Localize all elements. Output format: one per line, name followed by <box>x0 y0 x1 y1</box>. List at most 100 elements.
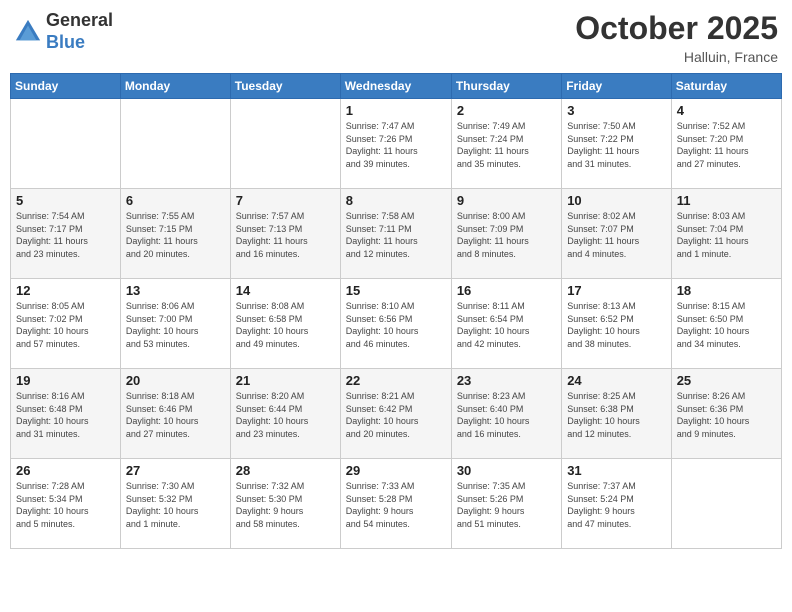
calendar-cell: 7 Sunrise: 7:57 AM Sunset: 7:13 PM Daylig… <box>230 189 340 279</box>
day-number: 20 <box>126 373 225 388</box>
day-number: 1 <box>346 103 446 118</box>
calendar-cell: 12Sunrise: 8:05 AM Sunset: 7:02 PM Dayli… <box>11 279 121 369</box>
day-info: Sunrise: 7:28 AM Sunset: 5:34 PM Dayligh… <box>16 480 115 530</box>
calendar-cell: 25Sunrise: 8:26 AM Sunset: 6:36 PM Dayli… <box>671 369 781 459</box>
calendar-cell: 16 Sunrise: 8:11 AM Sunset: 6:54 PM Dayli… <box>451 279 561 369</box>
weekday-header-thursday: Thursday <box>451 74 561 99</box>
day-number: 9 <box>457 193 556 208</box>
logo: General Blue <box>14 10 113 53</box>
day-info: Sunrise: 7:58 AM Sunset: 7:11 PM Dayligh… <box>346 210 446 260</box>
day-number: 29 <box>346 463 446 478</box>
calendar-cell: 22 Sunrise: 8:21 AM Sunset: 6:42 PM Dayli… <box>340 369 451 459</box>
weekday-header-wednesday: Wednesday <box>340 74 451 99</box>
day-number: 10 <box>567 193 665 208</box>
day-info: Sunrise: 7:57 AM Sunset: 7:13 PM Dayligh… <box>236 210 335 260</box>
day-number: 14 <box>236 283 335 298</box>
month-title: October 2025 <box>575 10 778 47</box>
day-info: Sunrise: 8:08 AM Sunset: 6:58 PM Dayligh… <box>236 300 335 350</box>
calendar-cell: 29Sunrise: 7:33 AM Sunset: 5:28 PM Dayli… <box>340 459 451 549</box>
calendar-cell: 13Sunrise: 8:06 AM Sunset: 7:00 PM Dayli… <box>120 279 230 369</box>
calendar-cell <box>120 99 230 189</box>
calendar-cell: 14 Sunrise: 8:08 AM Sunset: 6:58 PM Dayli… <box>230 279 340 369</box>
calendar-cell: 30Sunrise: 7:35 AM Sunset: 5:26 PM Dayli… <box>451 459 561 549</box>
day-number: 5 <box>16 193 115 208</box>
calendar-cell: 20 Sunrise: 8:18 AM Sunset: 6:46 PM Dayli… <box>120 369 230 459</box>
day-number: 28 <box>236 463 335 478</box>
calendar-cell: 26 Sunrise: 7:28 AM Sunset: 5:34 PM Dayli… <box>11 459 121 549</box>
calendar-cell: 6Sunrise: 7:55 AM Sunset: 7:15 PM Daylig… <box>120 189 230 279</box>
day-number: 18 <box>677 283 776 298</box>
logo-text: General Blue <box>46 10 113 53</box>
calendar-cell: 23 Sunrise: 8:23 AM Sunset: 6:40 PM Dayli… <box>451 369 561 459</box>
calendar-cell: 31Sunrise: 7:37 AM Sunset: 5:24 PM Dayli… <box>562 459 671 549</box>
day-info: Sunrise: 8:11 AM Sunset: 6:54 PM Dayligh… <box>457 300 556 350</box>
weekday-header-tuesday: Tuesday <box>230 74 340 99</box>
calendar-cell: 19 Sunrise: 8:16 AM Sunset: 6:48 PM Dayli… <box>11 369 121 459</box>
calendar-table: SundayMondayTuesdayWednesdayThursdayFrid… <box>10 73 782 549</box>
calendar-cell: 2Sunrise: 7:49 AM Sunset: 7:24 PM Daylig… <box>451 99 561 189</box>
day-info: Sunrise: 7:30 AM Sunset: 5:32 PM Dayligh… <box>126 480 225 530</box>
day-number: 26 <box>16 463 115 478</box>
day-info: Sunrise: 7:37 AM Sunset: 5:24 PM Dayligh… <box>567 480 665 530</box>
day-info: Sunrise: 7:52 AM Sunset: 7:20 PM Dayligh… <box>677 120 776 170</box>
day-number: 15 <box>346 283 446 298</box>
day-info: Sunrise: 8:25 AM Sunset: 6:38 PM Dayligh… <box>567 390 665 440</box>
calendar-cell: 28Sunrise: 7:32 AM Sunset: 5:30 PM Dayli… <box>230 459 340 549</box>
title-area: October 2025 Halluin, France <box>575 10 778 65</box>
day-number: 6 <box>126 193 225 208</box>
day-number: 30 <box>457 463 556 478</box>
calendar-cell: 17 Sunrise: 8:13 AM Sunset: 6:52 PM Dayli… <box>562 279 671 369</box>
day-info: Sunrise: 8:00 AM Sunset: 7:09 PM Dayligh… <box>457 210 556 260</box>
calendar-cell: 24 Sunrise: 8:25 AM Sunset: 6:38 PM Dayli… <box>562 369 671 459</box>
day-info: Sunrise: 8:10 AM Sunset: 6:56 PM Dayligh… <box>346 300 446 350</box>
weekday-header-sunday: Sunday <box>11 74 121 99</box>
day-number: 2 <box>457 103 556 118</box>
logo-icon <box>14 18 42 46</box>
day-info: Sunrise: 7:50 AM Sunset: 7:22 PM Dayligh… <box>567 120 665 170</box>
calendar-cell <box>230 99 340 189</box>
day-info: Sunrise: 8:21 AM Sunset: 6:42 PM Dayligh… <box>346 390 446 440</box>
day-info: Sunrise: 7:47 AM Sunset: 7:26 PM Dayligh… <box>346 120 446 170</box>
day-number: 11 <box>677 193 776 208</box>
day-info: Sunrise: 8:13 AM Sunset: 6:52 PM Dayligh… <box>567 300 665 350</box>
day-number: 12 <box>16 283 115 298</box>
weekday-header-monday: Monday <box>120 74 230 99</box>
day-info: Sunrise: 8:02 AM Sunset: 7:07 PM Dayligh… <box>567 210 665 260</box>
day-number: 19 <box>16 373 115 388</box>
calendar-week-row: 26 Sunrise: 7:28 AM Sunset: 5:34 PM Dayli… <box>11 459 782 549</box>
logo-general-text: General <box>46 10 113 32</box>
day-number: 21 <box>236 373 335 388</box>
day-info: Sunrise: 7:54 AM Sunset: 7:17 PM Dayligh… <box>16 210 115 260</box>
calendar-cell: 21 Sunrise: 8:20 AM Sunset: 6:44 PM Dayli… <box>230 369 340 459</box>
day-number: 22 <box>346 373 446 388</box>
day-number: 7 <box>236 193 335 208</box>
calendar-cell: 11 Sunrise: 8:03 AM Sunset: 7:04 PM Dayli… <box>671 189 781 279</box>
calendar-week-row: 5 Sunrise: 7:54 AM Sunset: 7:17 PM Daylig… <box>11 189 782 279</box>
day-info: Sunrise: 8:23 AM Sunset: 6:40 PM Dayligh… <box>457 390 556 440</box>
day-number: 17 <box>567 283 665 298</box>
calendar-week-row: 1 Sunrise: 7:47 AM Sunset: 7:26 PM Daylig… <box>11 99 782 189</box>
day-number: 3 <box>567 103 665 118</box>
weekday-header-saturday: Saturday <box>671 74 781 99</box>
day-number: 25 <box>677 373 776 388</box>
calendar-week-row: 12Sunrise: 8:05 AM Sunset: 7:02 PM Dayli… <box>11 279 782 369</box>
logo-blue-text: Blue <box>46 32 113 54</box>
calendar-cell: 9 Sunrise: 8:00 AM Sunset: 7:09 PM Daylig… <box>451 189 561 279</box>
day-info: Sunrise: 8:03 AM Sunset: 7:04 PM Dayligh… <box>677 210 776 260</box>
calendar-cell <box>671 459 781 549</box>
day-number: 24 <box>567 373 665 388</box>
calendar-cell <box>11 99 121 189</box>
day-number: 4 <box>677 103 776 118</box>
calendar-cell: 3 Sunrise: 7:50 AM Sunset: 7:22 PM Daylig… <box>562 99 671 189</box>
day-info: Sunrise: 8:18 AM Sunset: 6:46 PM Dayligh… <box>126 390 225 440</box>
calendar-cell: 5 Sunrise: 7:54 AM Sunset: 7:17 PM Daylig… <box>11 189 121 279</box>
day-info: Sunrise: 8:16 AM Sunset: 6:48 PM Dayligh… <box>16 390 115 440</box>
day-number: 27 <box>126 463 225 478</box>
day-info: Sunrise: 8:20 AM Sunset: 6:44 PM Dayligh… <box>236 390 335 440</box>
day-number: 23 <box>457 373 556 388</box>
weekday-header-friday: Friday <box>562 74 671 99</box>
calendar-week-row: 19 Sunrise: 8:16 AM Sunset: 6:48 PM Dayli… <box>11 369 782 459</box>
weekday-header-row: SundayMondayTuesdayWednesdayThursdayFrid… <box>11 74 782 99</box>
day-info: Sunrise: 8:15 AM Sunset: 6:50 PM Dayligh… <box>677 300 776 350</box>
day-number: 16 <box>457 283 556 298</box>
